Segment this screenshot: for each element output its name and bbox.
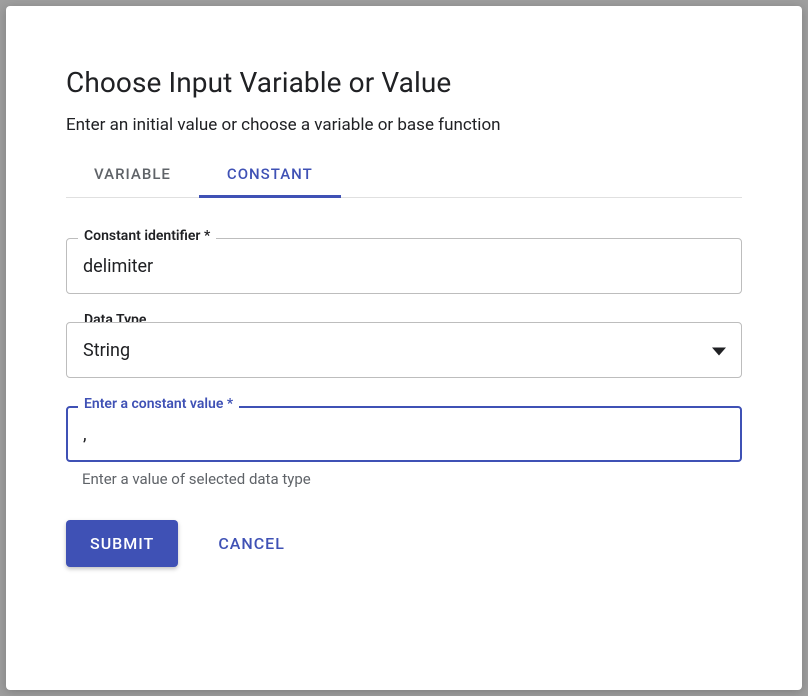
dialog: Choose Input Variable or Value Enter an … [6, 6, 802, 690]
tabs: VARIABLE CONSTANT [66, 153, 742, 198]
submit-button[interactable]: SUBMIT [66, 520, 178, 567]
dialog-actions: SUBMIT CANCEL [66, 520, 742, 567]
tab-constant[interactable]: CONSTANT [199, 153, 341, 197]
tab-variable[interactable]: VARIABLE [66, 153, 199, 197]
data-type-select[interactable] [66, 322, 742, 378]
constant-identifier-input[interactable] [66, 238, 742, 294]
dialog-title: Choose Input Variable or Value [66, 66, 742, 99]
field-constant-identifier: Constant identifier * [66, 238, 742, 294]
constant-value-label: Enter a constant value * [78, 396, 239, 412]
field-constant-value: Enter a constant value * Enter a value o… [66, 406, 742, 488]
dialog-subtitle: Enter an initial value or choose a varia… [66, 115, 742, 135]
constant-value-input[interactable] [66, 406, 742, 462]
cancel-button[interactable]: CANCEL [210, 520, 293, 567]
field-data-type: Data Type [66, 322, 742, 378]
constant-identifier-label: Constant identifier * [78, 228, 216, 244]
constant-value-helper: Enter a value of selected data type [66, 470, 742, 488]
